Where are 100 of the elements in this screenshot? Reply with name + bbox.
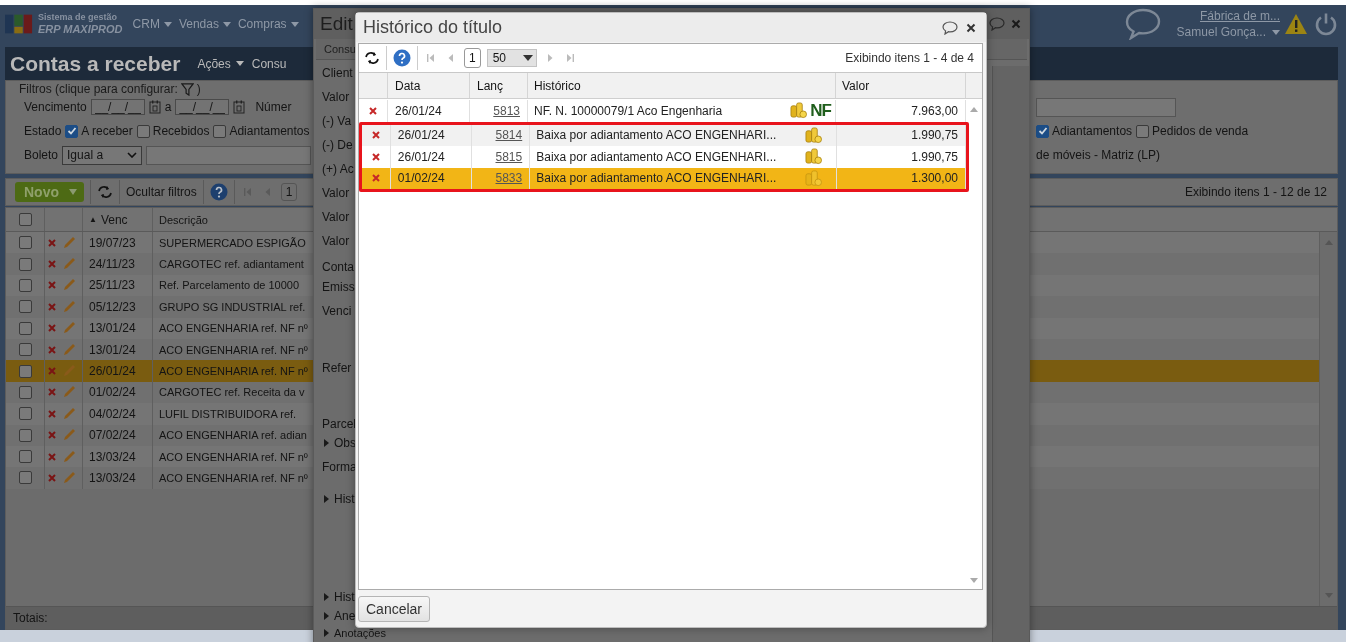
- operator-select[interactable]: Igual a: [62, 145, 143, 165]
- chat-icon[interactable]: [942, 20, 958, 35]
- description: Ref. Parcelamento de 10000: [159, 279, 300, 292]
- delete-icon[interactable]: [48, 238, 56, 247]
- caret-icon: [290, 21, 299, 27]
- first-page-icon[interactable]: [427, 53, 435, 63]
- section-toggle[interactable]: Hist: [334, 492, 355, 506]
- entry-link[interactable]: 5813: [493, 103, 520, 118]
- row-checkbox[interactable]: [18, 278, 32, 292]
- page-size-select[interactable]: 50: [486, 49, 537, 67]
- entry-link[interactable]: 5815: [495, 149, 523, 164]
- expand-icon[interactable]: [324, 439, 329, 447]
- section-toggle[interactable]: Ane: [334, 609, 356, 623]
- entry-link[interactable]: 5814: [495, 128, 523, 143]
- checkbox[interactable]: [65, 124, 79, 138]
- calendar-icon[interactable]: [233, 100, 246, 114]
- column-header[interactable]: Histórico: [528, 73, 836, 98]
- expand-icon[interactable]: [324, 593, 329, 601]
- scroll-down-icon[interactable]: [970, 578, 978, 583]
- checkbox-label[interactable]: Adiantamentos: [229, 124, 310, 138]
- new-button[interactable]: Novo: [15, 182, 84, 202]
- checkbox[interactable]: [1036, 124, 1049, 138]
- delete-icon[interactable]: [369, 106, 377, 115]
- column-header[interactable]: Data: [388, 73, 470, 98]
- select-all-checkbox[interactable]: [18, 213, 32, 226]
- range-separator: a: [164, 100, 172, 114]
- page-number-field[interactable]: 1: [464, 48, 481, 68]
- company-link[interactable]: Fábrica de m...: [1199, 7, 1280, 24]
- row-checkbox[interactable]: [18, 343, 32, 357]
- close-icon[interactable]: [966, 22, 976, 33]
- date-field[interactable]: __/__/__: [175, 99, 230, 115]
- row-checkbox[interactable]: [18, 407, 32, 421]
- expand-icon[interactable]: [324, 495, 329, 503]
- row-checkbox[interactable]: [18, 257, 32, 271]
- scroll-up-icon[interactable]: [970, 107, 978, 112]
- checkbox-label[interactable]: Pedidos de venda: [1152, 124, 1249, 138]
- previous-page-icon[interactable]: [447, 53, 455, 63]
- description: ACO ENGENHARIA ref. NF nº: [159, 450, 308, 463]
- checkbox[interactable]: [136, 124, 150, 138]
- delete-icon[interactable]: [48, 409, 56, 418]
- delete-icon[interactable]: [371, 131, 380, 140]
- expand-icon[interactable]: [324, 629, 329, 637]
- checkbox[interactable]: [213, 124, 227, 138]
- row-checkbox[interactable]: [18, 236, 32, 250]
- row-checkbox[interactable]: [18, 471, 32, 485]
- column-header[interactable]: Valor: [836, 73, 966, 98]
- last-page-icon[interactable]: [565, 53, 574, 63]
- top-menu[interactable]: Compras: [237, 17, 299, 31]
- user-name[interactable]: Samuel Gonça...: [1176, 24, 1266, 41]
- column-label: Venc: [100, 212, 128, 227]
- cancel-button[interactable]: Cancelar: [358, 595, 431, 622]
- page-menu[interactable]: Ações: [197, 56, 244, 71]
- expand-icon[interactable]: [324, 612, 329, 620]
- page-number-field[interactable]: 1: [280, 183, 298, 201]
- warning-icon[interactable]: [1284, 13, 1308, 35]
- items-count: Exibindo itens 1 - 4 de 4: [845, 51, 974, 65]
- coins-icon: [804, 126, 822, 144]
- row-checkbox[interactable]: [18, 428, 32, 442]
- row-checkbox[interactable]: [18, 364, 32, 378]
- entry-link[interactable]: 5833: [495, 171, 523, 186]
- funnel-icon[interactable]: [180, 82, 194, 96]
- section-toggle[interactable]: Anotações: [334, 627, 386, 639]
- checkbox-label[interactable]: A receber: [81, 124, 133, 138]
- row-checkbox[interactable]: [18, 450, 32, 464]
- checkbox-label[interactable]: Recebidos: [152, 124, 210, 138]
- column-header[interactable]: Lanç: [470, 73, 528, 98]
- checkbox-label[interactable]: Adiantamentos: [1052, 124, 1133, 138]
- delete-icon[interactable]: [48, 281, 56, 290]
- table-row[interactable]: 26/01/24 5814 Baixa por adiantamento ACO ENGENHARI... 1.990,75: [362, 124, 966, 146]
- top-menu[interactable]: Vendas: [178, 17, 231, 31]
- section-toggle[interactable]: Hist: [334, 590, 355, 604]
- row-checkbox[interactable]: [18, 300, 32, 314]
- text-field[interactable]: [146, 145, 312, 165]
- section-toggle[interactable]: Obs: [334, 436, 356, 450]
- delete-icon[interactable]: [371, 174, 380, 183]
- help-icon[interactable]: [393, 49, 411, 67]
- checkbox[interactable]: [1136, 124, 1150, 138]
- table-row[interactable]: 01/02/24 5833 Baixa por adiantamento ACO ENGENHARI... 1.300,00: [362, 167, 966, 189]
- row-checkbox[interactable]: [18, 321, 32, 335]
- caret-icon: [522, 55, 533, 61]
- hide-filters-button[interactable]: Ocultar filtros: [126, 185, 197, 199]
- entry-date: 26/01/24: [397, 128, 445, 143]
- chat-icon[interactable]: [1124, 8, 1161, 40]
- power-icon[interactable]: [1314, 12, 1338, 36]
- delete-icon[interactable]: [48, 452, 56, 461]
- row-checkbox[interactable]: [18, 385, 32, 399]
- next-page-icon[interactable]: [545, 53, 554, 63]
- top-menu[interactable]: CRM: [132, 17, 172, 31]
- due-date: 13/01/24: [89, 321, 136, 336]
- calendar-icon[interactable]: [148, 100, 161, 114]
- caret-icon: [1272, 29, 1280, 35]
- help-icon[interactable]: [209, 183, 228, 201]
- text-field[interactable]: [1036, 97, 1176, 117]
- delete-icon[interactable]: [371, 152, 380, 161]
- refresh-icon[interactable]: [364, 50, 380, 66]
- date-field[interactable]: __/__/__: [90, 99, 145, 115]
- delete-icon[interactable]: [48, 324, 56, 333]
- dialog-tab[interactable]: Consu: [324, 43, 356, 55]
- filters-legend[interactable]: Filtros (clique para configurar:: [19, 82, 178, 96]
- page-menu[interactable]: Consu: [251, 56, 287, 71]
